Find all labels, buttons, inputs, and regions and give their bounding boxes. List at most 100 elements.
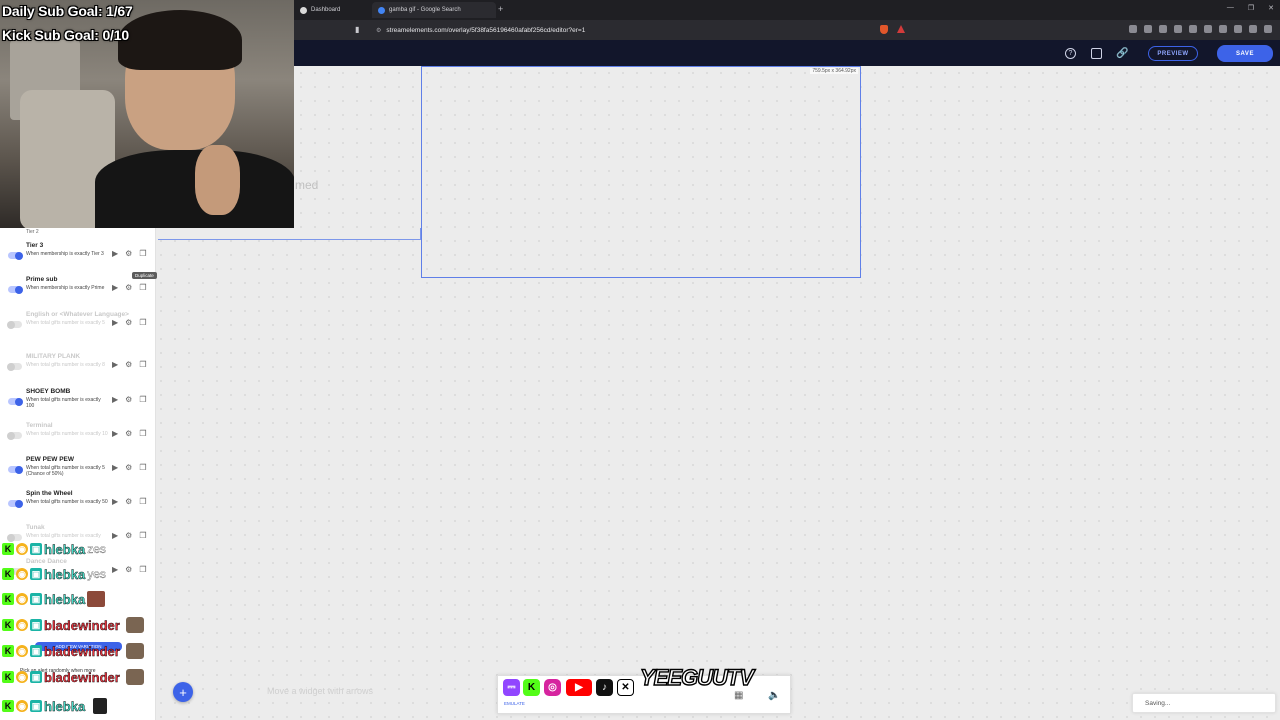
play-icon[interactable]: ▶ <box>112 497 118 506</box>
play-icon[interactable]: ▶ <box>112 283 118 292</box>
play-icon[interactable]: ▶ <box>112 395 118 404</box>
secondary-widget[interactable] <box>158 228 421 240</box>
bookmark-icon[interactable]: ▮ <box>355 25 359 34</box>
variation-toggle[interactable] <box>7 431 22 440</box>
tab-google-search[interactable]: gamba gif - Google Search <box>372 2 496 18</box>
dashboard-favicon-icon <box>300 6 307 14</box>
duplicate-icon[interactable]: ❐ <box>139 497 146 506</box>
settings-icon[interactable]: ⚙ <box>125 565 132 574</box>
kick-badge-icon: K <box>2 645 14 657</box>
variation-item[interactable]: Tier 3 When membership is exactly Tier 3 ▶… <box>0 242 156 276</box>
duplicate-icon[interactable]: ❐ <box>139 249 146 258</box>
extension-icon[interactable] <box>1219 25 1227 33</box>
extension-icon[interactable] <box>1144 25 1152 33</box>
extension-icon[interactable] <box>1129 25 1137 33</box>
variation-item[interactable]: PEW PEW PEW When total gifts number is ex… <box>0 456 156 490</box>
menu-icon[interactable] <box>1264 25 1272 33</box>
link-icon[interactable]: 🔗 <box>1116 48 1128 59</box>
settings-icon[interactable]: ⚙ <box>125 497 132 506</box>
variation-item[interactable]: Terminal When total gifts number is exact… <box>0 422 156 456</box>
download-icon[interactable] <box>1189 25 1197 33</box>
brave-shield-icon[interactable] <box>880 25 888 34</box>
play-icon[interactable]: ▶ <box>112 318 118 327</box>
variation-item[interactable]: English or <Whatever Language> When total… <box>0 311 156 345</box>
variation-item[interactable]: SHOEY BOMB When total gifts number is exa… <box>0 388 156 422</box>
tiktok-icon: ♪ <box>596 679 613 696</box>
settings-icon[interactable]: ⚙ <box>125 283 132 292</box>
variation-item[interactable]: Spin the Wheel When total gifts number is… <box>0 490 156 524</box>
variation-condition: When total gifts number is exactly <box>26 533 101 539</box>
variation-toggle[interactable] <box>8 499 23 508</box>
instagram-icon: ◎ <box>544 679 561 696</box>
move-widget-hint: Move a widget with arrows <box>267 686 374 696</box>
gifter-badge-icon: ▣ <box>30 568 42 580</box>
url-field[interactable]: ⚙ streamelements.com/overlay/5f38fa56196… <box>372 23 912 37</box>
extension-icon[interactable] <box>1204 25 1212 33</box>
settings-icon[interactable]: ⚙ <box>125 429 132 438</box>
gifter-badge-icon: ▣ <box>30 645 42 657</box>
chat-username: bladewinder <box>44 617 120 633</box>
variation-item[interactable]: Prime sub When membership is exactly Prim… <box>0 276 156 310</box>
extension-icon[interactable] <box>1174 25 1182 33</box>
extension-icon[interactable] <box>1234 25 1242 33</box>
variation-item[interactable]: MILITARY PLANK When total gifts number is… <box>0 353 156 387</box>
site-info-icon[interactable]: ⚙ <box>376 27 381 34</box>
settings-icon[interactable]: ⚙ <box>125 249 132 258</box>
duplicate-icon[interactable]: ❐ <box>139 318 146 327</box>
save-button[interactable]: SAVE <box>1217 45 1273 62</box>
emulate-button[interactable]: EMULATE <box>504 701 525 706</box>
play-icon[interactable]: ▶ <box>112 463 118 472</box>
variation-toggle[interactable] <box>7 362 22 371</box>
help-icon[interactable]: ? <box>1065 48 1076 59</box>
variation-toggle[interactable] <box>7 320 22 329</box>
chat-message: K ◉ ▣ hlebka zes <box>2 540 106 558</box>
variation-toggle[interactable] <box>8 465 23 474</box>
screen-icon[interactable] <box>1091 48 1102 59</box>
toggle-knob <box>15 251 23 260</box>
kick-sub-goal: Kick Sub Goal: 0/10 <box>2 27 129 43</box>
chat-message: K ◉ ▣ hlebka yes <box>2 565 106 583</box>
duplicate-icon[interactable]: ❐ <box>139 395 146 404</box>
variation-toggle[interactable] <box>8 285 23 294</box>
preview-button[interactable]: PREVIEW <box>1148 46 1198 61</box>
toggle-knob <box>15 397 23 406</box>
settings-icon[interactable]: ⚙ <box>125 318 132 327</box>
play-icon[interactable]: ▶ <box>112 531 118 540</box>
restore-icon[interactable]: ❐ <box>1248 4 1254 12</box>
play-icon[interactable]: ▶ <box>112 360 118 369</box>
play-icon[interactable]: ▶ <box>112 249 118 258</box>
settings-icon[interactable]: ⚙ <box>125 463 132 472</box>
tab-dashboard[interactable]: Dashboard <box>294 2 370 18</box>
variation-condition: When total gifts number is exactly 100 <box>26 397 101 409</box>
settings-icon[interactable]: ⚙ <box>125 395 132 404</box>
close-icon[interactable]: ✕ <box>1268 4 1274 12</box>
grid-icon[interactable]: ▦ <box>734 690 743 701</box>
gifter-badge-icon: ▣ <box>30 619 42 631</box>
variation-actions: ▶ ⚙ ❐ <box>112 360 147 369</box>
volume-icon[interactable]: 🔈 <box>768 690 780 701</box>
play-icon[interactable]: ▶ <box>112 565 118 574</box>
variation-name: Prime sub <box>26 276 58 283</box>
variation-actions: ▶ ⚙ ❐ <box>112 318 147 327</box>
variation-condition: When membership is exactly Tier 3 <box>26 251 104 257</box>
selected-widget[interactable]: 759.5px x 364.92px <box>421 66 861 278</box>
variation-toggle[interactable] <box>8 397 23 406</box>
rewards-icon[interactable] <box>897 25 905 33</box>
wallet-icon[interactable] <box>1249 25 1257 33</box>
duplicate-icon[interactable]: ❐ <box>139 463 146 472</box>
settings-icon[interactable]: ⚙ <box>125 360 132 369</box>
minimize-icon[interactable]: — <box>1227 4 1234 12</box>
play-icon[interactable]: ▶ <box>112 429 118 438</box>
duplicate-icon[interactable]: ❐ <box>139 565 146 574</box>
duplicate-icon[interactable]: ❐ <box>139 283 146 292</box>
new-tab-icon[interactable]: + <box>498 4 503 14</box>
extension-icon[interactable] <box>1159 25 1167 33</box>
duplicate-icon[interactable]: ❐ <box>139 531 146 540</box>
duplicate-icon[interactable]: ❐ <box>139 360 146 369</box>
variation-actions: ▶ ⚙ ❐ <box>112 283 147 292</box>
variation-toggle[interactable] <box>8 251 23 260</box>
add-widget-button[interactable]: + <box>173 682 193 702</box>
cat-emote-icon <box>125 643 144 659</box>
duplicate-icon[interactable]: ❐ <box>139 429 146 438</box>
settings-icon[interactable]: ⚙ <box>125 531 132 540</box>
